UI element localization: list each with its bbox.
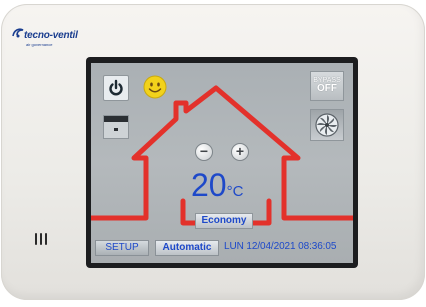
plus-icon: + (235, 143, 245, 159)
brand-tagline: air governance (26, 42, 53, 47)
date-time: LUN 12/04/2021 08:36:05 (224, 241, 336, 252)
power-icon (109, 79, 123, 96)
touch-screen: BYPASS OFF − + 20°C Economy SETUP Automa… (91, 63, 353, 263)
setup-button[interactable]: SETUP (95, 240, 149, 256)
bypass-state: OFF (317, 83, 337, 95)
temperature-unit: °C (226, 183, 244, 200)
fan-button[interactable] (310, 109, 344, 141)
swirl-icon (12, 28, 24, 38)
bypass-button[interactable]: BYPASS OFF (310, 71, 344, 101)
speaker-vent (35, 233, 49, 245)
brand-name: tecno-ventil (24, 30, 78, 41)
mode-button[interactable]: Economy (195, 213, 253, 229)
date-label: 12/04/2021 (246, 241, 296, 252)
power-button[interactable] (103, 75, 129, 101)
increase-temp-button[interactable]: + (231, 143, 249, 161)
automatic-button[interactable]: Automatic (155, 240, 219, 256)
smiley-icon (143, 75, 167, 99)
minus-icon: − (199, 143, 209, 159)
decrease-temp-button[interactable]: − (195, 143, 213, 161)
fan-icon (315, 113, 339, 137)
brand-logo: tecno-ventil air governance (11, 26, 101, 50)
temperature-value: 20 (191, 167, 227, 203)
fan-speed-button[interactable] (103, 115, 129, 139)
day-label: LUN (224, 241, 244, 252)
temperature-display: 20°C (191, 167, 281, 207)
time-label: 08:36:05 (298, 241, 337, 252)
